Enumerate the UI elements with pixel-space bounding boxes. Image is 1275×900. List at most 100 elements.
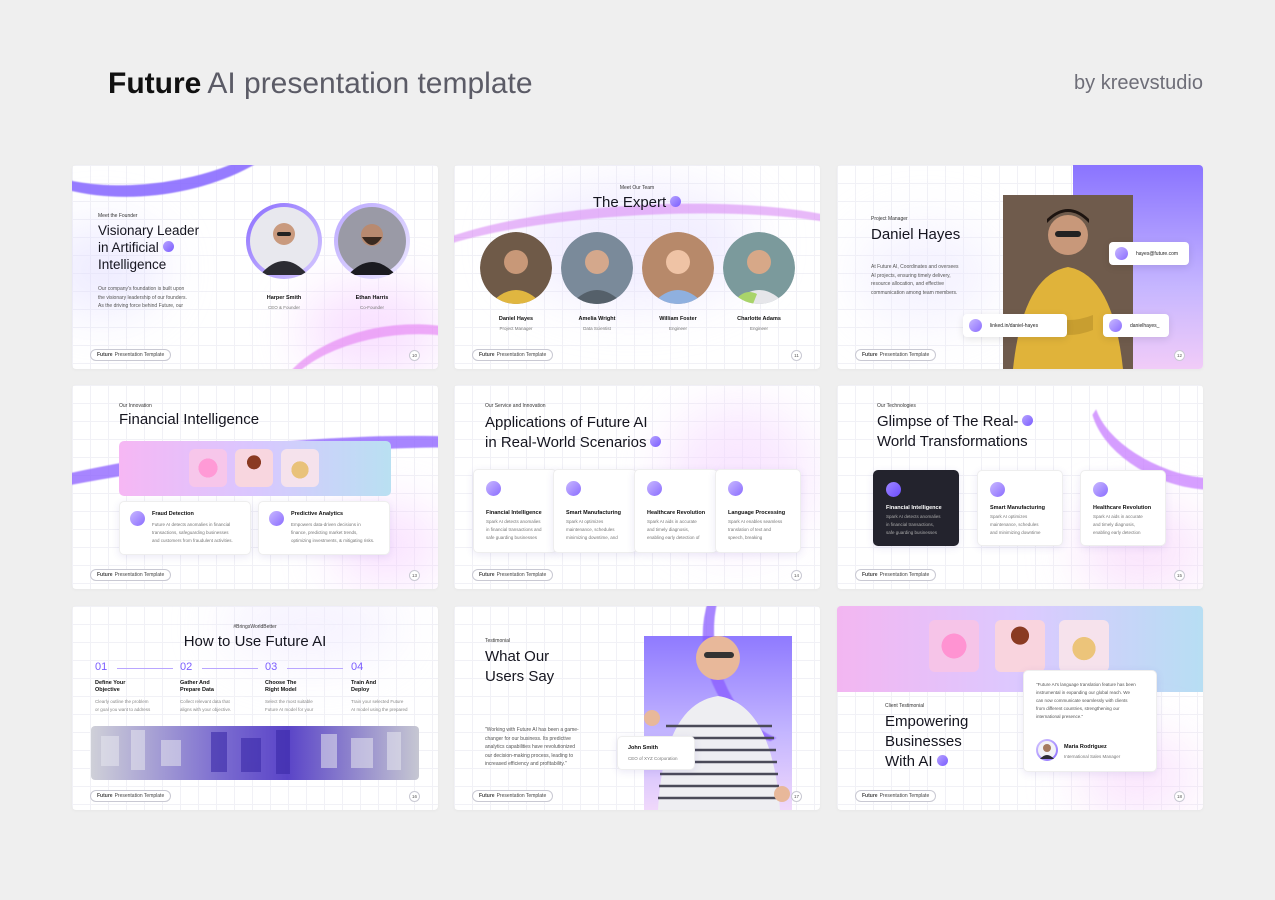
slide-client[interactable]: Client Testimonial Empowering Businesses… [837, 606, 1203, 810]
slide-applications[interactable]: Our Service and Innovation Applications … [454, 385, 820, 589]
person-name: Ethan Harris [355, 295, 389, 301]
page-number: 10 [409, 350, 420, 361]
slide-heading: What Our Users Say [485, 647, 554, 687]
author-name: Maria Rodriguez [1064, 744, 1107, 750]
feature-card[interactable]: Healthcare Revolution Spark AI aids in ac… [1080, 470, 1166, 546]
mail-icon [1115, 247, 1128, 260]
slide-team[interactable]: Meet Our Team The Expert Daniel Hayes Pr… [454, 165, 820, 369]
card-title: Fraud Detection [152, 511, 194, 517]
person-photo [250, 207, 318, 275]
slide-footer: Future Presentation Template [472, 790, 554, 802]
heading-line: What Our [485, 648, 550, 665]
avatar [642, 232, 714, 304]
person-photo [480, 232, 552, 304]
person-role: CEO & Founder [267, 305, 300, 310]
page-number: 17 [791, 791, 802, 802]
instagram-icon [1109, 319, 1122, 332]
slide-profile[interactable]: Project Manager Daniel Hayes At Future A… [837, 165, 1203, 369]
slide-financial[interactable]: Our Innovation Financial Intelligence Fr… [72, 385, 438, 589]
card-title: Smart Manufacturing [566, 510, 622, 516]
person-photo [642, 232, 714, 304]
step-title: Define Your Objective [95, 680, 126, 693]
feature-card[interactable]: Smart Manufacturing Spark AI optimizes mai… [977, 470, 1063, 546]
slide-footer: Future Presentation Template [90, 790, 172, 802]
person-photo [640, 626, 790, 810]
page-number: 11 [791, 350, 802, 361]
heading-line: Businesses [885, 733, 962, 750]
card-body: Spark AI detects anomalies in financial t… [886, 514, 941, 535]
card-body: Spark AI aids in accurate and timely diag… [1093, 514, 1143, 535]
feature-card-active[interactable]: Financial Intelligence Spark AI detects a… [873, 470, 959, 546]
person-role: Engineer [668, 326, 687, 331]
slide-founders[interactable]: Meet the Founder Visionary Leader in Art… [72, 165, 438, 369]
slide-heading: Daniel Hayes [871, 226, 961, 243]
slide-technologies[interactable]: Our Technologies Glimpse of The Real- Wo… [837, 385, 1203, 589]
page-number: 15 [1174, 570, 1185, 581]
card-title: Healthcare Revolution [647, 510, 706, 516]
feature-card[interactable]: Fraud Detection Future AI detects anomal… [119, 501, 251, 555]
heading-line: With AI [885, 752, 968, 772]
heading-line: Visionary Leader [98, 223, 200, 238]
title-rest: AI presentation template [207, 67, 533, 100]
slide-grid: Meet the Founder Visionary Leader in Art… [72, 165, 1203, 810]
hero-image [119, 441, 391, 496]
sparkle-icon [670, 195, 682, 207]
slide-body: Our company's foundation is built upon th… [98, 286, 187, 309]
card-title: Financial Intelligence [486, 510, 542, 516]
feature-card[interactable]: Healthcare Revolution Spark AI aids in ac… [634, 469, 718, 553]
email-chip[interactable]: hayes@future.com [1109, 242, 1189, 265]
arrow-line [202, 668, 258, 669]
slide-heading: Applications of Future AI in Real-World … [485, 413, 662, 453]
finance-icon [886, 482, 901, 497]
slide-eyebrow: Meet Our Team [619, 185, 655, 191]
chart-icon [269, 511, 284, 526]
title-bold: Future [108, 67, 202, 100]
card-title: Language Processing [728, 510, 786, 516]
person-photo [338, 207, 406, 275]
language-icon [728, 481, 743, 496]
step-body: Train your selected Future AI model using… [351, 699, 408, 712]
arrow-line [287, 668, 343, 669]
slide-how-to[interactable]: #BringsWorldBetter How to Use Future AI … [72, 606, 438, 810]
sparkle-icon [1022, 414, 1034, 426]
linkedin-chip[interactable]: linked.in/daniel-hayes [963, 314, 1067, 337]
slide-testimonial[interactable]: Testimonial What Our Users Say "Working … [454, 606, 820, 810]
instagram-chip[interactable]: danielhayes_ [1103, 314, 1169, 337]
quote-text: "Future AI's language translation featur… [1036, 682, 1136, 719]
cube-graphic [189, 449, 227, 487]
slide-eyebrow: Our Service and Innovation [485, 403, 546, 409]
slide-footer: Future Presentation Template [855, 569, 937, 581]
slide-eyebrow: Our Technologies [877, 403, 916, 409]
person-name: William Foster [659, 316, 697, 322]
slide-footer: Future Presentation Template [472, 569, 554, 581]
cube-graphic [1059, 620, 1109, 672]
heading-line: in Artificial [98, 239, 199, 256]
slide-heading: How to Use Future AI [183, 633, 327, 650]
slide-heading: Financial Intelligence [119, 411, 260, 428]
slide-eyebrow: Meet the Founder [98, 213, 138, 219]
feature-card[interactable]: Predictive Analytics Empowers data-drive… [258, 501, 390, 555]
person-name: Harper Smith [266, 295, 302, 301]
step-body: Clearly outline the problem or goal you w… [95, 699, 151, 712]
step-number: 03 [265, 661, 278, 673]
quote-card: "Future AI's language translation featur… [1023, 670, 1157, 772]
person-role: Engineer [749, 326, 768, 331]
cube-graphic [995, 620, 1045, 672]
person-name: Daniel Hayes [498, 316, 534, 322]
feature-card[interactable]: Language Processing Spark AI enables seam… [715, 469, 801, 553]
feature-card[interactable]: Smart Manufacturing Spark AI optimizes mai… [553, 469, 637, 553]
slide-eyebrow: Our Innovation [119, 403, 152, 409]
slide-footer: Future Presentation Template [90, 349, 172, 361]
slide-heading: Visionary Leader in Artificial Intellige… [98, 222, 199, 273]
card-body: Spark AI optimizes maintenance, schedules… [990, 514, 1041, 535]
slide-footer: Future Presentation Template [472, 349, 554, 361]
step-body: Collect relevant data that aligns with yo… [180, 699, 232, 712]
page-number: 12 [1174, 350, 1185, 361]
card-body: Spark AI enables seamless translation of … [728, 519, 783, 540]
feature-card[interactable]: Financial Intelligence Spark AI detects a… [473, 469, 557, 553]
sparkle-icon [936, 754, 948, 766]
page-number: 13 [409, 570, 420, 581]
person-photo [561, 232, 633, 304]
factory-icon [566, 481, 581, 496]
slide-eyebrow: Testimonial [485, 638, 511, 644]
